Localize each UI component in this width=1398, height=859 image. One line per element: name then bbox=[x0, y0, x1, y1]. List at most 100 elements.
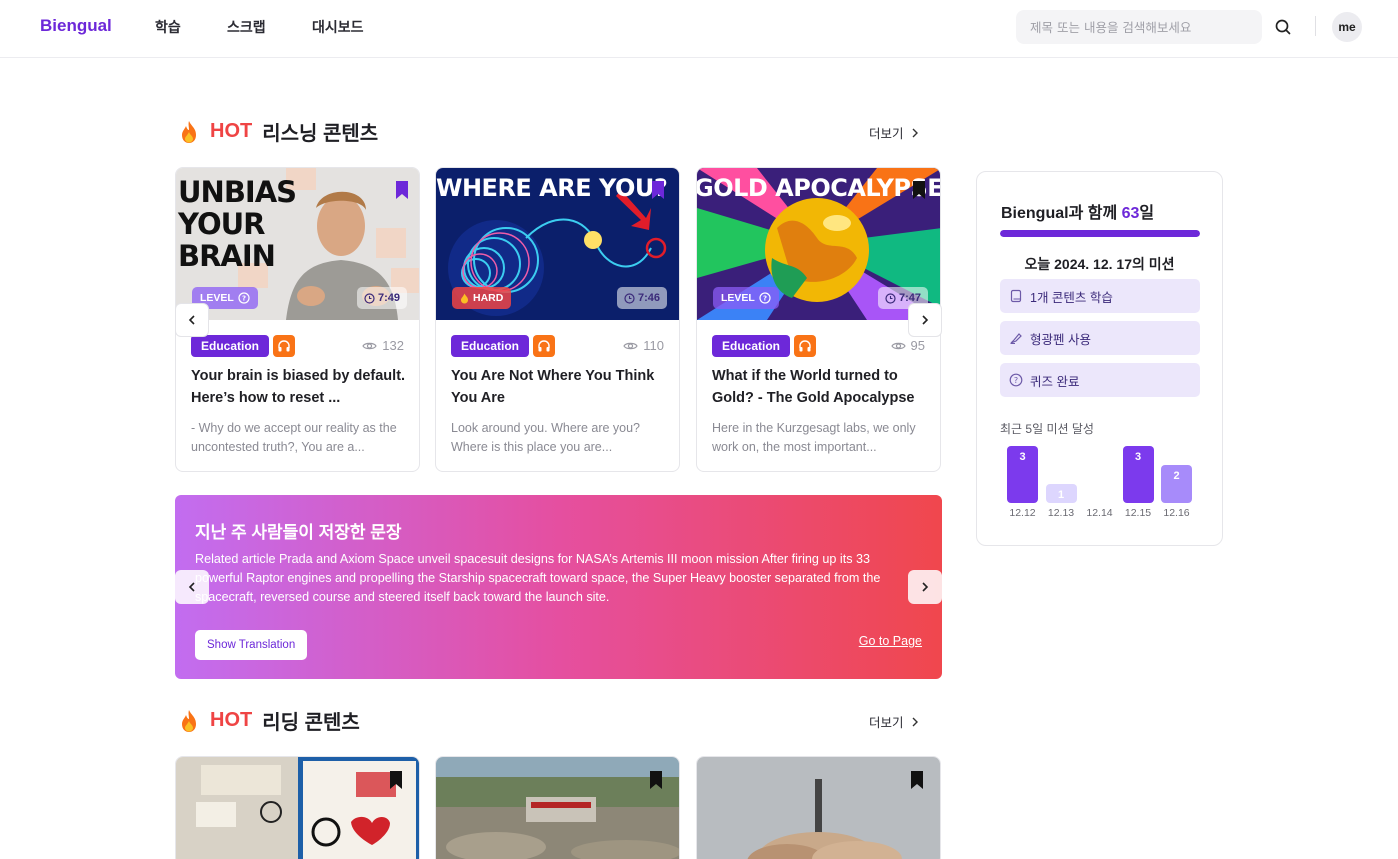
bookmark-icon[interactable] bbox=[910, 180, 928, 200]
card-title: What if the World turned to Gold? - The … bbox=[712, 368, 915, 406]
bookmark-icon[interactable] bbox=[649, 180, 667, 200]
mission-item-quiz[interactable]: ? 퀴즈 완료 bbox=[1000, 363, 1200, 397]
fire-icon bbox=[182, 709, 196, 732]
reading-more-link[interactable]: 더보기 bbox=[869, 712, 920, 731]
carousel-prev-button[interactable] bbox=[175, 303, 209, 337]
view-count: 132 bbox=[362, 338, 404, 353]
show-translation-button[interactable]: Show Translation bbox=[195, 630, 308, 660]
streak-suffix: 일 bbox=[1139, 205, 1155, 222]
view-count-value: 132 bbox=[382, 338, 404, 353]
streak-progress-bar bbox=[1000, 230, 1200, 237]
card-tags: Education bbox=[191, 335, 296, 357]
duration-label: 7:49 bbox=[377, 292, 400, 304]
search-input[interactable] bbox=[1016, 10, 1262, 44]
help-icon: ? bbox=[1009, 373, 1023, 387]
svg-text:?: ? bbox=[242, 295, 246, 303]
bookmark-icon[interactable] bbox=[908, 770, 926, 790]
chevron-right-icon bbox=[922, 582, 929, 592]
card-description: Here in the Kurzgesagt labs, we only wor… bbox=[712, 421, 916, 454]
streak-title: Biengual과 함께 63일 bbox=[1001, 199, 1154, 223]
mission-panel: Biengual과 함께 63일 오늘 2024. 12. 17의 미션 1개 … bbox=[976, 171, 1223, 546]
headphones-icon bbox=[794, 335, 817, 357]
content-card[interactable]: GOLD APOCALYPSE LEVEL ? 7:47 Education 9… bbox=[696, 167, 941, 472]
mission-item-content[interactable]: 1개 콘텐츠 학습 bbox=[1000, 279, 1200, 313]
recent-missions-chart: 3 12.12 1 12.13 12.14 3 12.15 2 12.16 bbox=[1000, 437, 1200, 522]
progress-fill bbox=[1000, 230, 1200, 237]
chevron-right-icon bbox=[912, 717, 918, 726]
reading-card[interactable] bbox=[696, 756, 941, 859]
view-count-value: 95 bbox=[910, 338, 925, 353]
logo[interactable]: Biengual bbox=[40, 16, 112, 36]
nav-dashboard[interactable]: 대시보드 bbox=[312, 17, 364, 37]
view-count-value: 110 bbox=[643, 338, 664, 353]
card-thumbnail: WHERE ARE YOU? HARD 7:46 bbox=[436, 168, 679, 320]
category-tag[interactable]: Education bbox=[451, 335, 530, 357]
bookmark-icon[interactable] bbox=[387, 770, 405, 790]
reading-card[interactable] bbox=[175, 756, 420, 859]
listening-more-link[interactable]: 더보기 bbox=[869, 123, 920, 142]
recent-missions-label: 최근 5일 미션 달성 bbox=[1000, 422, 1094, 436]
chevron-right-icon bbox=[912, 128, 918, 137]
listening-section-title: HOT 리스닝 콘텐츠 bbox=[178, 117, 378, 146]
card-thumbnail: UNBIAS YOUR BRAIN LEVEL ? 7:49 bbox=[176, 168, 419, 320]
card-thumbnail bbox=[176, 757, 419, 859]
hot-label: HOT bbox=[210, 120, 253, 142]
reading-section-title: HOT 리딩 콘텐츠 bbox=[178, 706, 360, 735]
svg-text:?: ? bbox=[1014, 376, 1018, 385]
nav-study[interactable]: 학습 bbox=[155, 17, 181, 37]
help-icon: ? bbox=[238, 292, 250, 304]
mission-bar-date: 12.13 bbox=[1047, 507, 1075, 519]
duration-label: 7:46 bbox=[637, 292, 660, 304]
highlighter-icon bbox=[1010, 333, 1022, 344]
bookmark-icon[interactable] bbox=[647, 770, 665, 790]
card-description: - Why do we accept our reality as the un… bbox=[191, 421, 397, 454]
category-tag[interactable]: Education bbox=[712, 335, 791, 357]
content-card[interactable]: WHERE ARE YOU? HARD 7:46 Education 110 Y… bbox=[435, 167, 680, 472]
eye-icon bbox=[623, 342, 638, 349]
mission-item-highlight[interactable]: 형광펜 사용 bbox=[1000, 321, 1200, 355]
carousel-next-button[interactable] bbox=[908, 303, 942, 337]
banner-next-button[interactable] bbox=[908, 570, 942, 604]
go-to-page-link[interactable]: Go to Page bbox=[859, 634, 922, 648]
clock-icon bbox=[885, 292, 896, 304]
more-label: 더보기 bbox=[869, 716, 904, 730]
avatar[interactable]: me bbox=[1332, 12, 1362, 42]
header-divider bbox=[1315, 16, 1316, 36]
card-thumbnail bbox=[697, 757, 940, 859]
mission-label: 1개 콘텐츠 학습 bbox=[1030, 290, 1113, 305]
mission-bar: 1 bbox=[1045, 484, 1077, 503]
mission-bar-date: 12.14 bbox=[1086, 507, 1113, 519]
content-card[interactable]: UNBIAS YOUR BRAIN LEVEL ? 7:49 Education… bbox=[175, 167, 420, 472]
search-icon[interactable] bbox=[1272, 16, 1294, 38]
svg-text:?: ? bbox=[763, 295, 767, 303]
card-description: Look around you. Where are you? Where is… bbox=[451, 421, 641, 454]
category-tag[interactable]: Education bbox=[191, 335, 270, 357]
top-header: Biengual 학습 스크랩 대시보드 me bbox=[0, 0, 1398, 58]
reading-card[interactable] bbox=[435, 756, 680, 859]
streak-days: 63 bbox=[1121, 205, 1140, 222]
nav-scrap[interactable]: 스크랩 bbox=[227, 17, 266, 37]
eye-icon bbox=[890, 342, 906, 349]
search-box bbox=[1016, 10, 1262, 44]
level-label: LEVEL bbox=[200, 292, 234, 304]
mission-label: 형광펜 사용 bbox=[1030, 332, 1091, 347]
card-thumbnail bbox=[436, 757, 679, 859]
mission-label: 퀴즈 완료 bbox=[1030, 374, 1080, 389]
fire-icon bbox=[461, 293, 468, 303]
card-tags: Education bbox=[451, 335, 556, 357]
card-title: Your brain is biased by default. Here’s … bbox=[191, 368, 406, 406]
bookmark-icon[interactable] bbox=[393, 180, 411, 200]
card-thumbnail: GOLD APOCALYPSE LEVEL ? 7:47 bbox=[697, 168, 940, 320]
mission-bar-date: 12.12 bbox=[1009, 507, 1036, 519]
level-label: LEVEL bbox=[721, 292, 755, 304]
level-label: HARD bbox=[473, 292, 504, 304]
banner-prev-button[interactable] bbox=[175, 570, 209, 604]
mission-bar: 3 bbox=[1122, 446, 1154, 503]
banner-title: 지난 주 사람들이 저장한 문장 bbox=[195, 523, 402, 542]
level-badge: LEVEL ? bbox=[713, 287, 779, 309]
level-badge: HARD bbox=[452, 287, 512, 309]
card-tags: Education bbox=[712, 335, 817, 357]
thumbnail-text: WHERE ARE YOU? bbox=[436, 174, 668, 202]
section-label: 리딩 콘텐츠 bbox=[262, 712, 360, 734]
more-label: 더보기 bbox=[869, 127, 904, 141]
